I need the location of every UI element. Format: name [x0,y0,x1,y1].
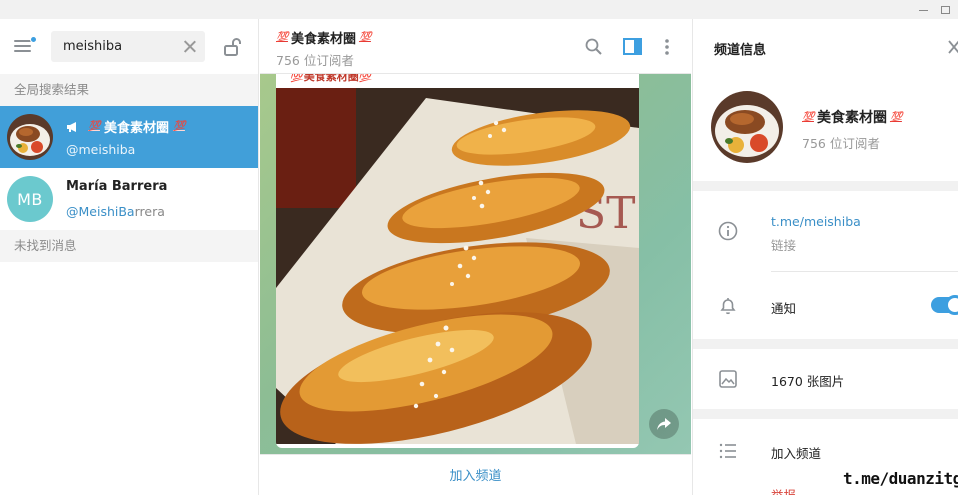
unread-dot [30,36,37,43]
divider [771,271,958,272]
more-icon[interactable] [664,38,670,56]
window-titlebar [0,0,958,19]
search-icon[interactable] [585,38,602,55]
result-title: 💯 美食素材圈 💯 [66,117,185,136]
watermark: t.me/duanzitg [833,465,958,495]
hundred-emoji-icon: 💯 [358,32,371,43]
hundred-emoji-icon: 💯 [276,32,288,43]
username-rest: rrera [134,204,165,219]
channel-link[interactable]: t.me/meishiba [771,214,861,229]
result-username: @meishiba [66,142,136,157]
channel-name-text: 美食素材圈 [816,110,887,126]
chat-header[interactable]: 💯 美食素材圈 💯 756 位订阅者 [260,19,691,74]
message-photo[interactable]: ST [276,88,639,444]
chat-title: 💯 美食素材圈 💯 [276,28,371,47]
result-username: @MeishiBarrera [66,204,165,219]
list-icon [719,443,736,459]
media-block: 1670 张图片 [693,349,958,409]
close-icon[interactable] [948,40,958,54]
chat-title-text: 美食素材圈 [290,32,356,47]
chat-background: 💯美食素材圈💯 ST [260,74,691,454]
channel-profile-avatar[interactable] [711,91,783,163]
hundred-emoji-icon: 💯 [889,111,902,123]
megaphone-icon [67,121,76,132]
panel-icon[interactable] [623,38,642,55]
chat-subscribers: 756 位订阅者 [276,53,354,68]
username-match: @MeishiBa [66,204,135,219]
bell-icon [720,298,736,315]
search-box[interactable] [51,31,205,62]
user-avatar: MB [7,176,53,222]
info-title: 频道信息 [714,43,767,58]
dialogs-pane: 全局搜索结果 💯 美食素材圈 💯 @meishiba MB [0,19,259,495]
join-channel-button[interactable]: 加入频道 [260,454,691,495]
hundred-emoji-icon: 💯 [802,111,814,123]
result-title-text: 美食素材圈 [103,121,169,136]
minimize-button[interactable] [912,0,934,19]
clear-icon[interactable] [183,40,196,53]
global-results-header: 全局搜索结果 [0,74,258,106]
photos-count[interactable]: 1670 张图片 [771,371,844,390]
bubble-caption: 💯美食素材圈💯 [290,74,373,83]
no-messages-header: 未找到消息 [0,230,258,262]
info-block: t.me/meishiba 链接 通知 [693,191,958,339]
hundred-emoji-icon: 💯 [172,121,185,132]
notifications-label: 通知 [771,301,797,316]
notifications-toggle[interactable] [931,295,958,315]
search-bar-area [0,19,258,74]
hundred-emoji-icon: 💯 [88,121,100,132]
maximize-button[interactable] [934,0,956,19]
join-channel-action[interactable]: 加入频道 [771,443,821,462]
message-bubble[interactable]: 💯美食素材圈💯 ST [276,74,639,448]
search-input[interactable] [51,31,176,62]
info-icon [718,221,738,241]
channel-profile: 💯 美食素材圈 💯 756 位订阅者 [693,74,958,181]
lock-icon[interactable] [224,37,242,57]
image-icon [719,370,737,388]
share-button[interactable] [649,409,679,439]
info-header: 频道信息 [693,19,958,74]
chat-pane: 💯 美食素材圈 💯 756 位订阅者 💯美食素材圈💯 ST 加入频道 [260,19,691,495]
channel-name: 💯 美食素材圈 💯 [802,107,902,127]
search-result-channel[interactable]: 💯 美食素材圈 💯 @meishiba [0,106,258,168]
share-icon [657,418,671,430]
channel-subscribers: 756 位订阅者 [802,136,880,151]
maximize-icon [940,5,950,14]
result-title: María Barrera [66,179,168,194]
search-result-user[interactable]: MB María Barrera @MeishiBarrera [0,168,258,230]
report-action[interactable]: 举报 [771,485,796,495]
channel-avatar [7,114,53,160]
channel-info-pane: 频道信息 💯 美食素材圈 💯 756 位订阅者 t.me/meishiba 链接… [692,19,958,495]
minimize-icon [918,9,928,11]
channel-link-label: 链接 [771,238,797,253]
